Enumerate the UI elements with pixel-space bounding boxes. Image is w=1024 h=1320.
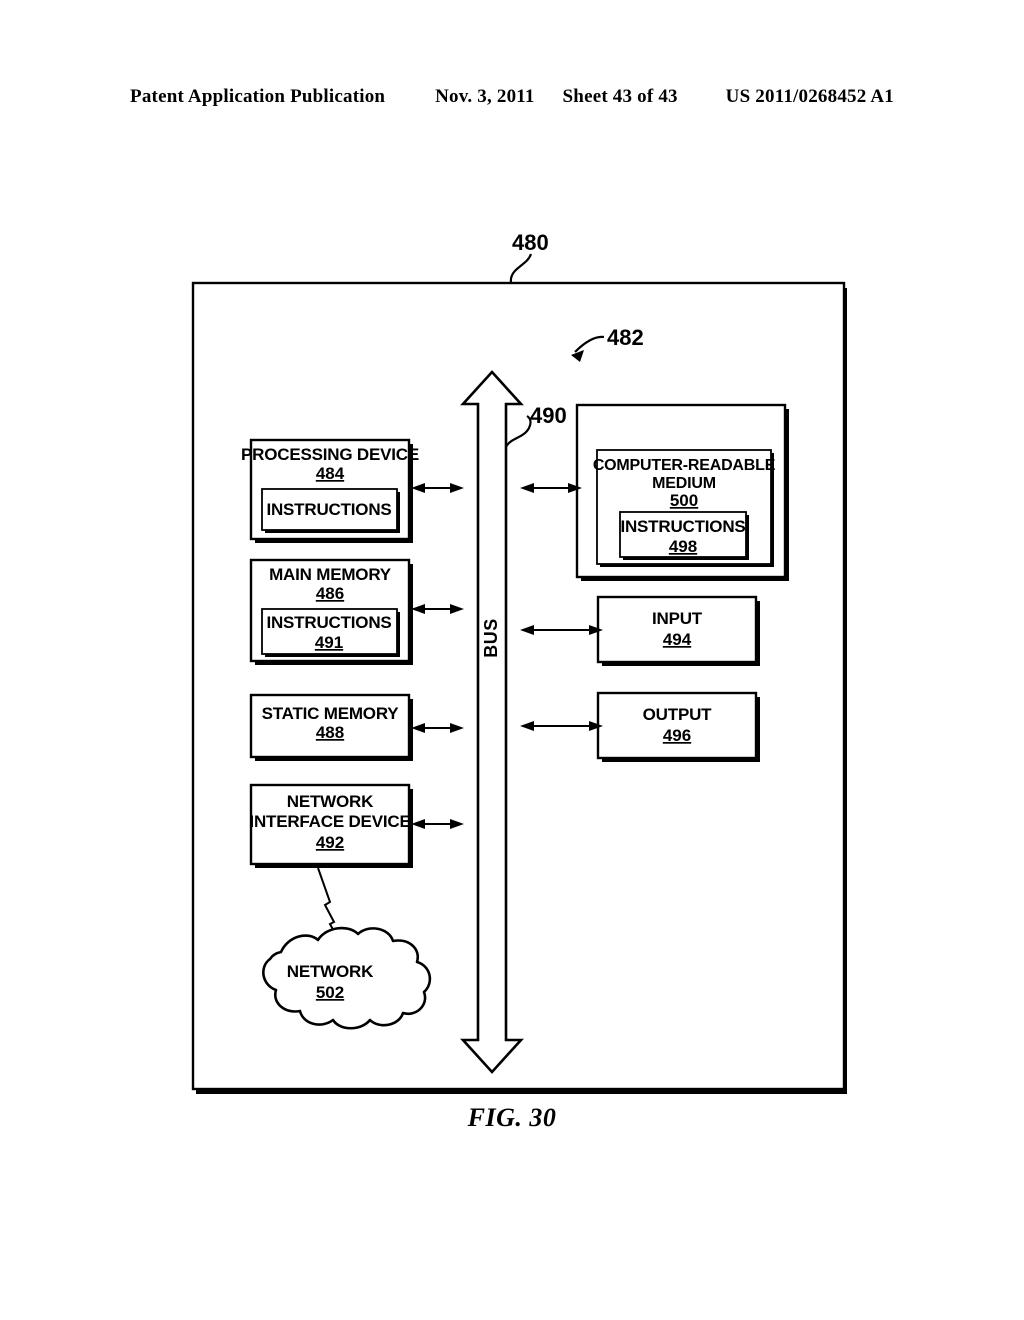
bus-label: BUS [481,618,501,658]
main-memory-instructions-title: INSTRUCTIONS [266,613,391,632]
computer-readable-medium-instructions-title: INSTRUCTIONS [620,517,745,536]
computer-readable-medium-title-line2: MEDIUM [652,475,716,492]
processing-device-title: PROCESSING DEVICE [241,445,419,464]
block-computer-readable-medium-instructions[interactable]: INSTRUCTIONS 498 [619,511,749,560]
processing-device-ref: 484 [316,464,345,483]
network-interface-device-ref: 492 [316,833,344,852]
main-memory-instructions-ref: 491 [315,633,343,652]
static-memory-title: STATIC MEMORY [262,704,400,723]
ref-label-482: 482 [607,325,644,350]
network-interface-device-title-line1: NETWORK [287,792,374,811]
output-ref: 496 [663,726,691,745]
computer-readable-medium-ref: 500 [670,491,698,510]
static-memory-ref: 488 [316,723,344,742]
main-memory-title: MAIN MEMORY [269,565,392,584]
block-computer-readable-medium[interactable]: COMPUTER-READABLE MEDIUM 500 INSTRUCTION… [593,449,776,567]
block-computer-readable-medium-outer[interactable]: COMPUTER-READABLE MEDIUM 500 INSTRUCTION… [575,403,789,581]
network-title: NETWORK [287,962,374,981]
block-static-memory[interactable]: STATIC MEMORY 488 [249,693,413,761]
block-input[interactable]: INPUT 494 [596,595,760,666]
input-title: INPUT [652,609,703,628]
main-memory-ref: 486 [316,584,344,603]
network-interface-device-title-line2: INTERFACE DEVICE [249,812,410,831]
computer-readable-medium-instructions-ref: 498 [669,537,697,556]
block-main-memory[interactable]: MAIN MEMORY 486 INSTRUCTIONS 491 [249,558,413,665]
block-processing-device-instructions[interactable]: INSTRUCTIONS [261,488,400,533]
input-ref: 494 [663,630,692,649]
output-title: OUTPUT [643,705,713,724]
ref-label-490: 490 [530,403,567,428]
block-output[interactable]: OUTPUT 496 [596,691,760,762]
block-network-interface-device[interactable]: NETWORK INTERFACE DEVICE 492 [249,783,413,868]
figure-caption: FIG. 30 [467,1103,557,1132]
processing-device-instructions-title: INSTRUCTIONS [266,500,391,519]
leader-480: 480 [509,230,549,284]
ref-label-480: 480 [512,230,549,255]
block-main-memory-instructions[interactable]: INSTRUCTIONS 491 [261,608,400,657]
block-processing-device[interactable]: PROCESSING DEVICE 484 INSTRUCTIONS [241,438,419,543]
network-ref: 502 [316,983,344,1002]
computer-readable-medium-title-line1: COMPUTER-READABLE [593,457,776,474]
